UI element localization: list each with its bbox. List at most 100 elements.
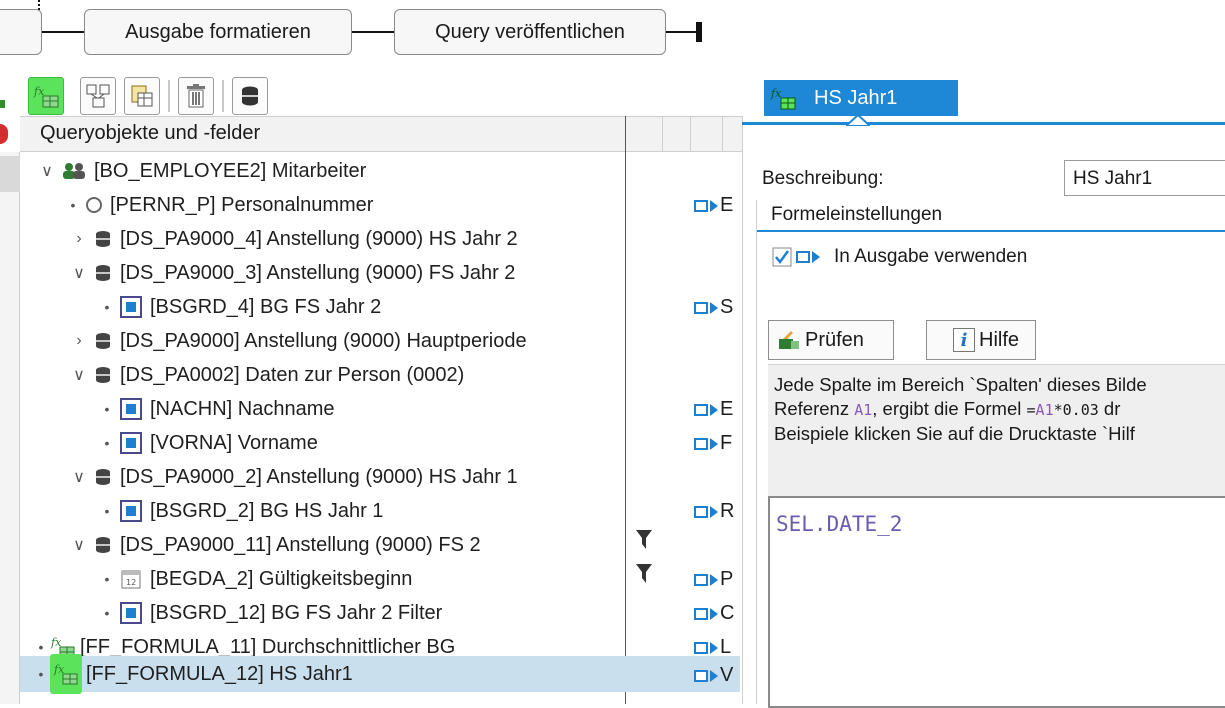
tree-row-bsgrd-2[interactable]: • [BSGRD_2] BG HS Jahr 1 bbox=[20, 494, 740, 528]
help-text-line: Referenz A1, ergibt die Formel =A1*0.03 … bbox=[774, 398, 1121, 419]
formula-icon: fx bbox=[50, 654, 82, 694]
output-indicator[interactable]: R bbox=[694, 500, 734, 523]
data-source-icon bbox=[94, 230, 112, 248]
formula-text: SEL.DATE_2 bbox=[776, 512, 903, 536]
tree-row-ds-pa9000-2[interactable]: ∨ [DS_PA9000_2] Anstellung (9000) HS Jah… bbox=[20, 460, 740, 494]
left-edge-indicator bbox=[0, 124, 8, 144]
tree-row-ff-formula-12[interactable]: • fx [FF_FORMULA_12] HS Jahr1 bbox=[20, 654, 740, 694]
tree-row-label: [VORNA] Vorname bbox=[150, 431, 318, 454]
delete-button[interactable] bbox=[178, 77, 214, 115]
data-source-icon bbox=[94, 332, 112, 350]
output-indicator[interactable]: C bbox=[694, 602, 734, 625]
section-title-underline bbox=[757, 230, 1225, 232]
filter-icon bbox=[636, 564, 652, 583]
tree-row-label: [FF_FORMULA_12] HS Jahr1 bbox=[86, 662, 353, 685]
toolbar-edge-marker bbox=[0, 100, 5, 108]
output-icon bbox=[694, 573, 708, 586]
expand-chevron-icon[interactable]: › bbox=[70, 230, 88, 248]
bullet-icon: • bbox=[38, 639, 44, 655]
output-icon bbox=[796, 251, 820, 263]
data-source-icon bbox=[94, 536, 112, 554]
tree-row-begda-2[interactable]: • 12 [BEGDA_2] Gültigkeitsbeginn bbox=[20, 562, 740, 596]
tree-row-label: [BEGDA_2] Gültigkeitsbeginn bbox=[150, 567, 413, 590]
panel-left-border bbox=[742, 116, 743, 704]
output-indicator[interactable]: P bbox=[694, 568, 733, 591]
description-input[interactable]: HS Jahr1 bbox=[1064, 160, 1225, 196]
bullet-icon: • bbox=[104, 435, 110, 451]
output-indicator[interactable]: L bbox=[694, 636, 731, 659]
tree-row-bsgrd-12[interactable]: • [BSGRD_12] BG FS Jahr 2 Filter bbox=[20, 596, 740, 630]
formula-editor[interactable]: SEL.DATE_2 bbox=[768, 496, 1225, 708]
collapse-chevron-icon[interactable]: ∨ bbox=[70, 535, 88, 555]
tree-row-label: [BO_EMPLOYEE2] Mitarbeiter bbox=[94, 159, 367, 182]
tab-title: HS Jahr1 bbox=[814, 86, 898, 109]
tree-row-label: [DS_PA9000_11] Anstellung (9000) FS 2 bbox=[120, 533, 481, 556]
use-in-output-checkbox[interactable]: In Ausgabe verwenden bbox=[772, 246, 1027, 268]
field-icon bbox=[120, 432, 142, 454]
expand-chevron-icon[interactable]: › bbox=[70, 332, 88, 350]
workflow-connector bbox=[42, 31, 84, 33]
tree-row-ds-pa9000-3[interactable]: ∨ [DS_PA9000_3] Anstellung (9000) FS Jah… bbox=[20, 256, 740, 290]
bullet-icon: • bbox=[38, 666, 44, 682]
tree-row-label: [DS_PA9000_3] Anstellung (9000) FS Jahr … bbox=[120, 261, 516, 284]
create-formula-button[interactable]: fx bbox=[28, 77, 64, 115]
tree-row-pernr-p[interactable]: • [PERNR_P] Personalnummer bbox=[20, 188, 740, 222]
tree-row-ds-pa0002[interactable]: ∨ [DS_PA0002] Daten zur Person (0002) bbox=[20, 358, 740, 392]
checkmark-icon bbox=[772, 247, 792, 267]
data-source-icon bbox=[94, 366, 112, 384]
formula-icon: fx bbox=[33, 85, 59, 108]
tree-row-nachn[interactable]: • [NACHN] Nachname bbox=[20, 392, 740, 426]
tree-row-label: [DS_PA9000] Anstellung (9000) Hauptperio… bbox=[120, 329, 527, 352]
formula-icon: fx bbox=[770, 87, 796, 110]
tree-column-divider[interactable] bbox=[722, 116, 723, 152]
description-value: HS Jahr1 bbox=[1073, 168, 1153, 189]
collapse-chevron-icon[interactable]: ∨ bbox=[38, 161, 56, 181]
tree-header-title: Queryobjekte und -felder bbox=[40, 122, 261, 144]
output-indicator[interactable]: F bbox=[694, 432, 732, 455]
output-indicator[interactable]: E bbox=[694, 398, 733, 421]
database-icon bbox=[242, 86, 258, 106]
tree-column-divider[interactable] bbox=[662, 116, 663, 152]
check-button[interactable]: Prüfen bbox=[768, 320, 894, 360]
collapse-chevron-icon[interactable]: ∨ bbox=[70, 467, 88, 487]
section-title: Formeleinstellungen bbox=[771, 204, 943, 225]
output-icon bbox=[694, 607, 708, 620]
output-indicator[interactable]: E bbox=[694, 194, 733, 217]
database-button[interactable] bbox=[232, 77, 268, 115]
tree-column-divider[interactable] bbox=[690, 116, 691, 152]
table-button[interactable] bbox=[124, 77, 160, 115]
svg-text:fx: fx bbox=[770, 87, 782, 100]
workflow-step-previous[interactable] bbox=[0, 9, 42, 55]
tree-row-bo-employee2[interactable]: ∨ [BO_EMPLOYEE2] Mitarbeiter bbox=[20, 154, 740, 188]
business-object-icon bbox=[62, 162, 86, 180]
filter-icon bbox=[636, 530, 652, 549]
tree-row-vorna[interactable]: • [VORNA] Vorname bbox=[20, 426, 740, 460]
tab-hs-jahr1[interactable]: fx HS Jahr1 bbox=[764, 80, 958, 116]
field-icon bbox=[120, 296, 142, 318]
collapse-chevron-icon[interactable]: ∨ bbox=[70, 263, 88, 283]
join-button[interactable] bbox=[80, 77, 116, 115]
toolbar-separator bbox=[222, 80, 224, 112]
tree-row-ds-pa9000[interactable]: › [DS_PA9000] Anstellung (9000) Hauptper… bbox=[20, 324, 740, 358]
step-publish-query-button[interactable]: Query veröffentlichen bbox=[394, 9, 666, 55]
step-format-output-button[interactable]: Ausgabe formatieren bbox=[84, 9, 352, 55]
workflow-end-marker bbox=[696, 22, 702, 42]
output-icon bbox=[694, 641, 708, 654]
collapse-chevron-icon[interactable]: ∨ bbox=[70, 365, 88, 385]
data-source-icon bbox=[94, 468, 112, 486]
tree-row-ds-pa9000-4[interactable]: › [DS_PA9000_4] Anstellung (9000) HS Jah… bbox=[20, 222, 740, 256]
tree-row-label: [BSGRD_12] BG FS Jahr 2 Filter bbox=[150, 601, 443, 624]
bullet-icon: • bbox=[104, 605, 110, 621]
tree-row-bsgrd-4[interactable]: • [BSGRD_4] BG FS Jahr 2 bbox=[20, 290, 740, 324]
help-button[interactable]: i Hilfe bbox=[926, 320, 1036, 360]
tree-row-label: [NACHN] Nachname bbox=[150, 397, 335, 420]
toolbar-separator bbox=[168, 80, 170, 112]
bullet-icon: • bbox=[104, 571, 110, 587]
output-indicator[interactable]: S bbox=[694, 296, 733, 319]
output-icon bbox=[694, 199, 708, 212]
field-icon bbox=[120, 500, 142, 522]
tree-row-ds-pa9000-11[interactable]: ∨ [DS_PA9000_11] Anstellung (9000) FS 2 bbox=[20, 528, 740, 562]
tab-pointer bbox=[846, 114, 870, 126]
output-indicator[interactable]: V bbox=[694, 664, 733, 687]
help-text-area: Jede Spalte im Bereich `Spalten' dieses … bbox=[768, 364, 1225, 512]
